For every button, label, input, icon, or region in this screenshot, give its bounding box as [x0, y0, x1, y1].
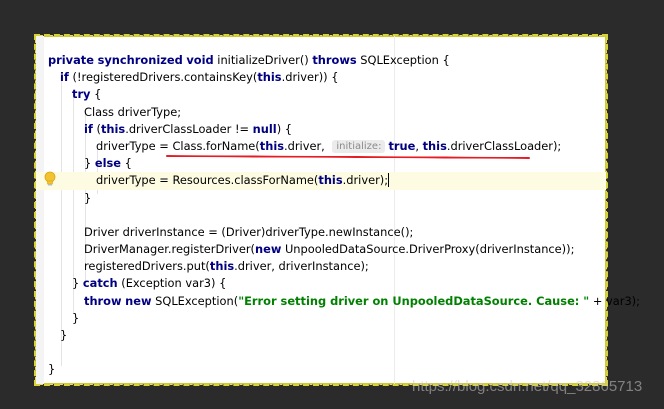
keyword: new [125, 293, 152, 308]
code-token: driverType = Resources.classForName( [96, 173, 319, 188]
code-token: } [72, 276, 83, 291]
code-token: } [72, 310, 80, 325]
code-token: SQLException( [151, 293, 239, 308]
code-token: .driverClassLoader); [446, 138, 562, 153]
keyword: if [60, 70, 69, 85]
code-editor[interactable]: private synchronized void initializeDriv… [34, 34, 640, 386]
code-line[interactable]: } [48, 310, 606, 327]
keyword: if [84, 121, 93, 136]
code-line[interactable]: driverType = Resources.classForName(this… [36, 172, 606, 190]
keyword: catch [82, 276, 118, 291]
code-token: + var3); [589, 293, 640, 308]
keyword: throw [84, 293, 122, 308]
keyword: this [100, 121, 126, 136]
code-token: (!registeredDrivers.containsKey( [68, 70, 258, 85]
code-token: } [84, 190, 92, 205]
code-token: .driver); [342, 173, 389, 188]
code-line[interactable]: if (this.driverClassLoader != null) { [48, 121, 606, 138]
code-line[interactable] [48, 207, 606, 224]
code-token: DriverManager.registerDriver( [84, 242, 255, 257]
text-caret [388, 173, 390, 188]
code-line[interactable]: registeredDrivers.put(this.driver, drive… [48, 258, 606, 275]
code-line[interactable]: driverType = Class.forName(this.driver, … [48, 138, 606, 155]
keyword: this [422, 138, 447, 153]
code-line[interactable]: Class driverType; [48, 104, 606, 121]
keyword: this [209, 259, 235, 274]
code-token: .driver, driverInstance); [234, 259, 369, 274]
keyword: synchronized [97, 53, 183, 67]
code-line[interactable]: throw new SQLException("Error setting dr… [48, 293, 640, 310]
code-line[interactable]: } [48, 361, 606, 378]
keyword: new [254, 242, 282, 257]
keyword: null [252, 121, 277, 136]
code-token: (Exception var3) { [117, 276, 227, 291]
watermark: https://blog.csdn.net/qq_32865713 [412, 378, 643, 395]
code-token: { [90, 87, 102, 102]
code-line[interactable]: Driver driverInstance = (Driver)driverTy… [48, 224, 606, 241]
keyword: this [257, 70, 282, 85]
string-literal: "Error setting driver on UnpooledDataSou… [238, 293, 590, 308]
code-token: Driver driverInstance = (Driver)driverTy… [84, 224, 414, 239]
code-line[interactable]: if (!registeredDrivers.containsKey(this.… [48, 69, 606, 86]
code-token: } [60, 328, 68, 342]
code-line[interactable]: try { [48, 86, 606, 103]
code-token: .driver, [284, 138, 329, 153]
code-token: .driver)) { [281, 70, 339, 85]
lightbulb-icon[interactable] [44, 171, 56, 187]
code-token: ( [92, 121, 101, 136]
parameter-hint: initialize: [332, 139, 386, 153]
keyword: true [388, 138, 416, 153]
code-line[interactable]: } [48, 190, 606, 207]
keyword: throws [312, 53, 357, 67]
code-token: , [415, 138, 423, 153]
code-token: driverType = Class.forName( [96, 138, 260, 153]
keyword: private [48, 53, 94, 67]
code-token: Class driverType; [84, 104, 182, 119]
keyword: void [186, 53, 214, 67]
code-token: initializeDriver() [213, 53, 313, 67]
code-token: ) { [276, 121, 293, 136]
code-token: SQLException { [356, 53, 450, 67]
keyword: this [318, 173, 343, 188]
keyword: try [72, 87, 91, 102]
code-area[interactable]: private synchronized void initializeDriv… [36, 52, 640, 379]
code-line[interactable]: } [48, 327, 606, 344]
code-token: UnpooledDataSource.DriverProxy(driverIns… [281, 242, 575, 257]
keyword: else [94, 156, 122, 171]
code-token: registeredDrivers.put( [84, 259, 210, 274]
code-line[interactable]: DriverManager.registerDriver(new Unpoole… [48, 241, 606, 258]
code-token: { [121, 156, 132, 171]
code-line[interactable] [48, 344, 606, 361]
editor-gutter [36, 36, 44, 384]
code-line[interactable]: } catch (Exception var3) { [48, 275, 606, 292]
code-token: } [84, 156, 95, 171]
code-token: .driverClassLoader != [125, 121, 253, 136]
code-line[interactable]: private synchronized void initializeDriv… [48, 52, 606, 69]
keyword: this [259, 138, 285, 153]
code-token: } [48, 362, 56, 377]
